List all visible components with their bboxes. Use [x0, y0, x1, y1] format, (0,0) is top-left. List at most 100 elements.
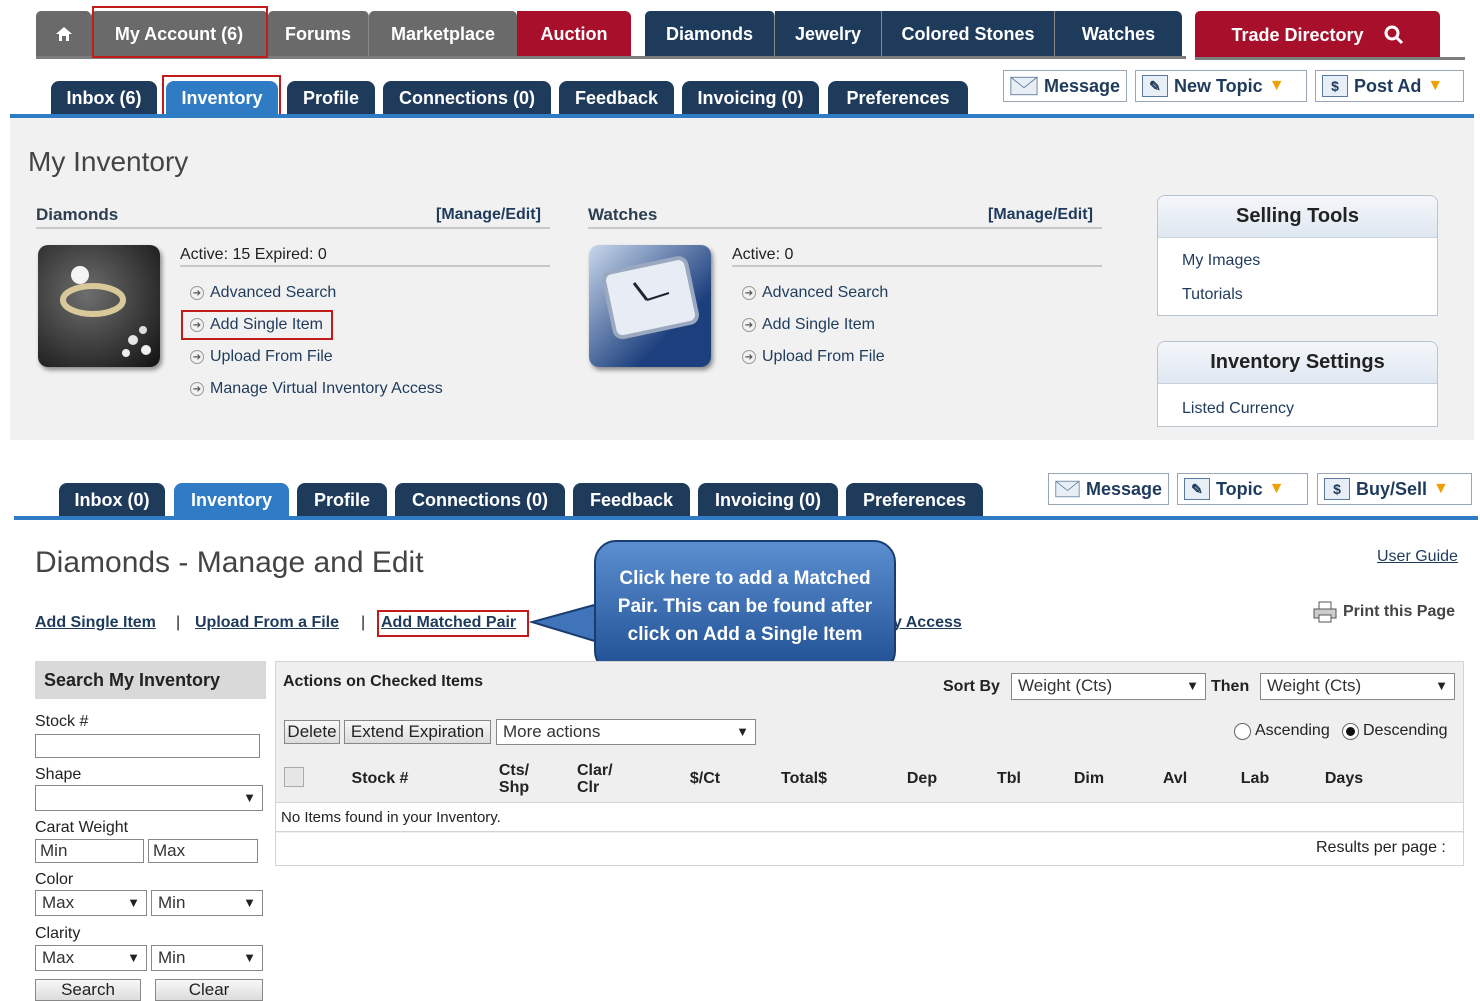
tab-connections-label: Connections (0): [411, 489, 548, 510]
select-all-checkbox[interactable]: [284, 767, 304, 787]
ascending-radio[interactable]: Ascending: [1234, 722, 1330, 740]
arrow-circle-icon: ➔: [190, 286, 204, 300]
tab-inventory-2[interactable]: Inventory: [174, 483, 289, 517]
tab-inbox[interactable]: Inbox (6): [51, 81, 157, 115]
arrow-circle-icon: ➔: [742, 318, 756, 332]
diamonds-manage-virtual-access[interactable]: ➔ Manage Virtual Inventory Access: [190, 380, 443, 398]
extend-expiration-button[interactable]: Extend Expiration: [344, 720, 491, 744]
user-guide-link[interactable]: User Guide: [1377, 548, 1458, 566]
tab-marketplace-label: Marketplace: [390, 23, 496, 44]
upload-from-file-link[interactable]: Upload From a File: [195, 614, 339, 632]
tab-watches[interactable]: Watches: [1055, 11, 1182, 57]
carat-max-input[interactable]: Max: [148, 839, 258, 863]
tab-profile-label: Profile: [313, 489, 370, 510]
clarity-max-value: Max: [42, 948, 75, 967]
tab-forums[interactable]: Forums: [268, 11, 369, 57]
more-actions-select[interactable]: More actions ▼: [496, 719, 756, 745]
col-tbl[interactable]: Tbl: [986, 770, 1032, 787]
col-clar-clr[interactable]: Clar/ Clr: [577, 762, 633, 796]
tab-profile-2[interactable]: Profile: [297, 483, 387, 517]
tab-diamonds-label: Diamonds: [665, 23, 753, 44]
tab-preferences[interactable]: Preferences: [828, 81, 968, 115]
sort-by-select[interactable]: Weight (Cts) ▼: [1011, 673, 1206, 700]
message-button[interactable]: Message: [1003, 70, 1127, 102]
buy-sell-button[interactable]: $ Buy/Sell ▼: [1317, 473, 1472, 505]
caret-down-icon: ▼: [1268, 77, 1285, 94]
message-button-2[interactable]: Message: [1048, 473, 1169, 505]
tab-inbox-2[interactable]: Inbox (0): [59, 483, 165, 517]
tab-jewelry-label: Jewelry: [794, 23, 862, 44]
carat-min-input[interactable]: Min: [35, 839, 144, 863]
listed-currency-link[interactable]: Listed Currency: [1158, 400, 1437, 418]
tab-colored-stones[interactable]: Colored Stones: [882, 11, 1055, 57]
tab-feedback[interactable]: Feedback: [559, 81, 674, 115]
delete-button[interactable]: Delete: [284, 720, 340, 744]
col-dep[interactable]: Dep: [898, 770, 946, 787]
descending-radio[interactable]: Descending: [1342, 722, 1448, 740]
col-cts-shp[interactable]: Cts/ Shp: [486, 762, 542, 796]
tab-diamonds[interactable]: Diamonds: [645, 11, 775, 57]
diamonds-advanced-search[interactable]: ➔ Advanced Search: [190, 284, 336, 302]
clear-button[interactable]: Clear: [155, 979, 263, 1001]
then-select[interactable]: Weight (Cts) ▼: [1260, 673, 1455, 700]
add-single-item-link[interactable]: Add Single Item: [35, 614, 156, 632]
col-avl[interactable]: Avl: [1152, 770, 1198, 787]
new-topic-button[interactable]: ✎ New Topic ▼: [1135, 70, 1307, 102]
watches-add-single-item[interactable]: ➔ Add Single Item: [742, 316, 875, 334]
tab-divider-2: [14, 516, 1478, 520]
tab-jewelry[interactable]: Jewelry: [775, 11, 882, 57]
col-days[interactable]: Days: [1318, 770, 1370, 787]
tab-auction[interactable]: Auction: [517, 11, 631, 57]
chevron-down-icon: ▼: [243, 950, 256, 965]
tab-invoicing-2[interactable]: Invoicing (0): [698, 483, 838, 517]
watches-stat: Active: 0: [732, 246, 794, 263]
tab-preferences-2[interactable]: Preferences: [846, 483, 983, 517]
nav-divider: [36, 56, 1186, 59]
home-tab[interactable]: [36, 11, 91, 57]
diamonds-manage-link[interactable]: [Manage/Edit]: [436, 206, 541, 224]
diamonds-upload-from-file[interactable]: ➔ Upload From File: [190, 348, 333, 366]
search-button[interactable]: Search: [35, 979, 141, 1001]
tab-inventory[interactable]: Inventory: [166, 81, 278, 115]
tutorials-link[interactable]: Tutorials: [1158, 286, 1437, 304]
tab-feedback-2[interactable]: Feedback: [573, 483, 690, 517]
tab-invoicing[interactable]: Invoicing (0): [682, 81, 819, 115]
search-icon[interactable]: [1384, 25, 1404, 45]
clarity-min-select[interactable]: Min ▼: [151, 945, 263, 971]
tab-inventory-label: Inventory: [190, 489, 273, 510]
chevron-down-icon: ▼: [1186, 678, 1199, 693]
watches-upload-from-file[interactable]: ➔ Upload From File: [742, 348, 885, 366]
diamonds-add-single-item[interactable]: ➔ Add Single Item: [190, 316, 323, 334]
tab-trade-directory[interactable]: Trade Directory: [1195, 11, 1440, 59]
caret-down-icon: ▼: [1433, 480, 1449, 497]
sort-by-value: Weight (Cts): [1018, 676, 1113, 695]
tab-connections-2[interactable]: Connections (0): [395, 483, 565, 517]
tab-profile[interactable]: Profile: [287, 81, 375, 115]
tab-connections[interactable]: Connections (0): [383, 81, 551, 115]
tab-my-account[interactable]: My Account (6): [91, 11, 268, 57]
col-lab[interactable]: Lab: [1232, 770, 1278, 787]
shape-select[interactable]: ▼: [35, 785, 263, 811]
post-ad-button[interactable]: $ Post Ad ▼: [1315, 70, 1464, 102]
topic-button[interactable]: ✎ Topic ▼: [1177, 473, 1308, 505]
col-stock[interactable]: Stock #: [340, 770, 420, 787]
stock-input[interactable]: [35, 734, 260, 758]
tab-marketplace[interactable]: Marketplace: [369, 11, 517, 57]
print-page-link[interactable]: Print this Page: [1313, 601, 1455, 623]
tab-preferences-label: Preferences: [846, 87, 950, 108]
then-label: Then: [1211, 678, 1250, 695]
col-total[interactable]: Total$: [772, 770, 836, 787]
watches-advanced-search[interactable]: ➔ Advanced Search: [742, 284, 888, 302]
watches-manage-link[interactable]: [Manage/Edit]: [988, 206, 1093, 224]
color-min-select[interactable]: Min ▼: [151, 890, 263, 916]
radio-checked-icon: [1342, 722, 1359, 740]
col-dim[interactable]: Dim: [1066, 770, 1112, 787]
clarity-max-select[interactable]: Max ▼: [35, 945, 147, 971]
link-label: Add Single Item: [762, 316, 875, 333]
watches-stat-line: [732, 265, 1102, 267]
my-images-link[interactable]: My Images: [1158, 252, 1437, 270]
color-max-select[interactable]: Max ▼: [35, 890, 147, 916]
virtual-access-link[interactable]: y Access: [893, 614, 962, 632]
add-matched-pair-link[interactable]: Add Matched Pair: [381, 614, 516, 632]
col-price-per-ct[interactable]: $/Ct: [680, 770, 730, 787]
